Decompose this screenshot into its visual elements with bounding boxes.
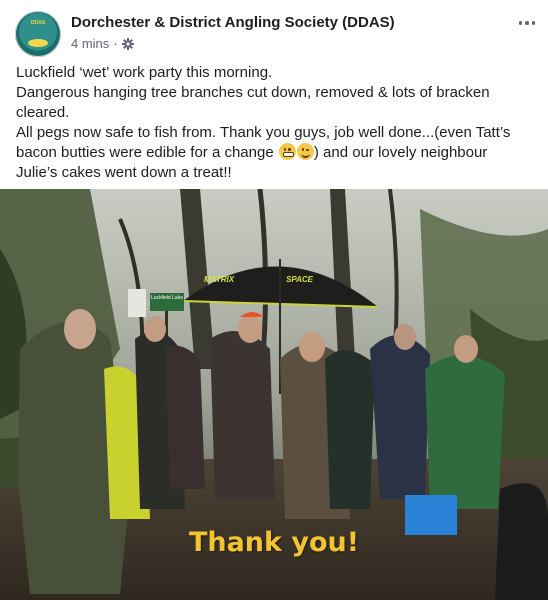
post-line: Dangerous hanging tree branches cut down…	[16, 84, 490, 101]
post-text-fragment: bacon butties were edible for a change	[16, 144, 274, 161]
photo-overlay-caption: Thank you!	[188, 527, 360, 558]
umbrella-brand-text: MATRIX	[204, 275, 235, 284]
winking-face-emoji-icon	[296, 143, 314, 160]
post-line: All pegs now safe to fish from. Thank yo…	[16, 124, 511, 141]
more-options-dot	[531, 21, 536, 25]
post-meta: 4 mins ·	[71, 36, 134, 51]
more-options-dot	[525, 21, 529, 25]
avatar-logo-icon: DDAS	[30, 20, 46, 26]
umbrella-brand-text: SPACE	[286, 275, 313, 284]
fish-icon	[28, 39, 48, 47]
page-avatar[interactable]: DDAS	[15, 11, 61, 57]
grinning-face-emoji-icon	[278, 143, 296, 160]
post-timestamp[interactable]: 4 mins	[71, 36, 109, 51]
post-message: Luckfield ‘wet’ work party this morning.…	[16, 63, 536, 183]
facebook-post: DDAS Dorchester & District Angling Socie…	[0, 0, 548, 600]
gear-icon[interactable]	[121, 37, 134, 50]
meta-separator: ·	[113, 36, 118, 51]
post-line: Julie’s cakes went down a treat!!	[16, 164, 232, 181]
post-text-fragment: ) and our lovely neighbour	[313, 144, 488, 161]
page-name-link[interactable]: Dorchester & District Angling Society (D…	[71, 14, 395, 31]
post-line-with-emoji: bacon butties were edible for a change )…	[16, 143, 536, 163]
post-header: DDAS Dorchester & District Angling Socie…	[0, 0, 548, 60]
post-line: cleared.	[16, 104, 70, 121]
post-line: Luckfield ‘wet’ work party this morning.	[16, 64, 273, 81]
more-options-icon	[518, 21, 523, 25]
more-options-button[interactable]	[516, 12, 538, 34]
lake-sign: Luckfield Lake	[151, 295, 183, 301]
